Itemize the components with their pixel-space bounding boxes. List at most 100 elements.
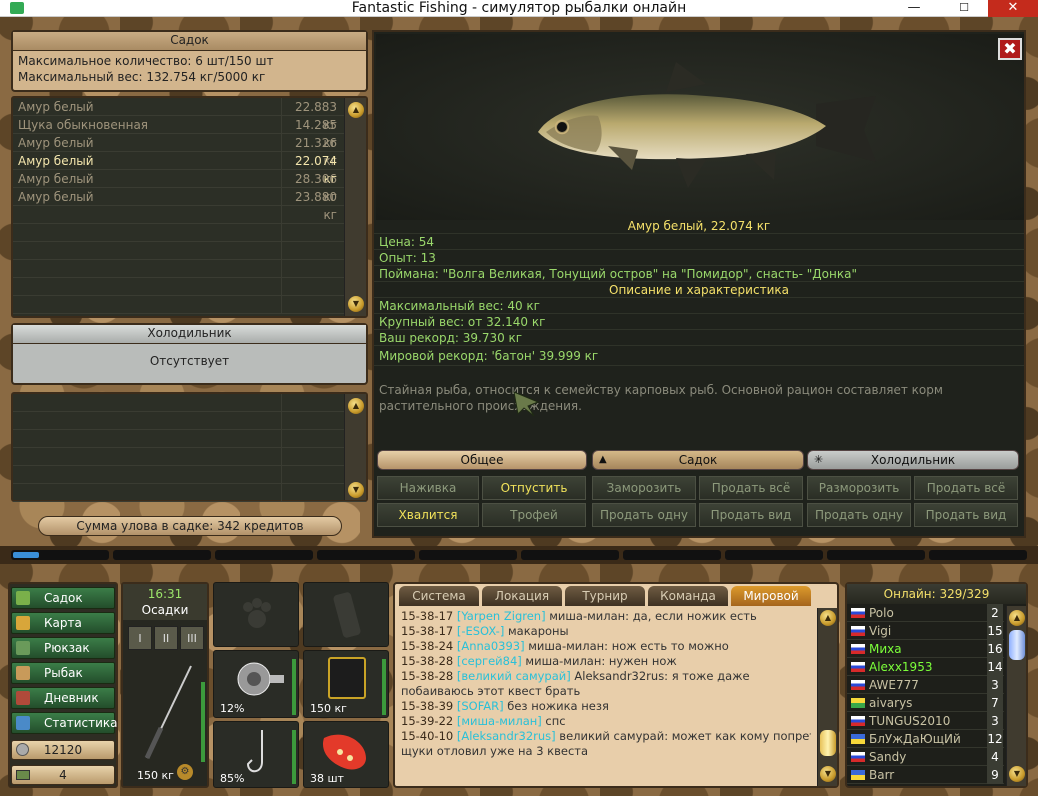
empty-row xyxy=(13,412,366,430)
menu-backpack-button[interactable]: Рюкзак xyxy=(11,637,115,659)
rod-slot-1[interactable]: I xyxy=(128,626,152,650)
tab-world[interactable]: Мировой xyxy=(731,586,811,606)
online-scrollbar[interactable]: ▲ ▼ xyxy=(1006,606,1026,786)
tab-tournament[interactable]: Турнир xyxy=(565,586,645,606)
tab-general[interactable]: Общее xyxy=(377,450,587,470)
sell-all-button[interactable]: Продать всё xyxy=(699,476,803,500)
online-user-name: Миха xyxy=(869,642,902,656)
chat-text: щуки отловил уже на 3 квеста xyxy=(401,744,589,758)
fridge-sell-one-button[interactable]: Продать одну xyxy=(807,503,911,527)
gear-icon[interactable]: ⚙ xyxy=(177,764,193,780)
tab-system[interactable]: Система xyxy=(399,586,479,606)
flag-icon xyxy=(851,716,865,726)
money-display: 12120 xyxy=(11,740,115,760)
hook-slot[interactable]: 85% xyxy=(213,721,299,788)
scroll-up-icon[interactable]: ▲ xyxy=(348,398,364,414)
sell-kind-button[interactable]: Продать вид xyxy=(699,503,803,527)
chat-nick[interactable]: [-ESOX-] xyxy=(457,624,504,638)
chat-nick[interactable]: [миша-милан] xyxy=(457,714,542,728)
chat-scrollbar[interactable]: ▲ ▼ xyxy=(817,608,837,786)
empty-row xyxy=(13,430,366,448)
line-slot[interactable]: 150 кг xyxy=(303,650,389,718)
menu-fisher-button[interactable]: Рыбак xyxy=(11,662,115,684)
chat-line: побаиваюсь этот квест брать xyxy=(401,684,811,699)
online-user-row[interactable]: Barr 9 xyxy=(847,766,1004,784)
release-button[interactable]: Отпустить xyxy=(482,476,586,500)
close-detail-button[interactable]: ✖ xyxy=(998,38,1022,60)
chat-time: 15-38-28 xyxy=(401,669,454,683)
fish-row[interactable]: Амур белый 22.883 кг xyxy=(13,98,366,132)
scroll-thumb[interactable] xyxy=(820,730,836,756)
snowflake-icon: ✳ xyxy=(814,453,824,466)
chat-nick[interactable]: [Anna0393] xyxy=(457,639,525,653)
hook-label: 85% xyxy=(220,772,245,785)
fish-row[interactable]: Амур белый 28.306 кг xyxy=(13,170,366,204)
close-window-button[interactable]: ✕ xyxy=(988,0,1038,17)
fish-row[interactable]: Амур белый 22.074 кг xyxy=(13,152,366,186)
scroll-down-icon[interactable]: ▼ xyxy=(1009,766,1025,782)
sell-one-button[interactable]: Продать одну xyxy=(592,503,696,527)
fridge-sell-kind-button[interactable]: Продать вид xyxy=(914,503,1018,527)
tomato-icon xyxy=(322,734,366,770)
tab-location[interactable]: Локация xyxy=(482,586,562,606)
minimize-button[interactable]: — xyxy=(890,0,938,17)
online-user-row[interactable]: БлУжДаЮщИй 12 xyxy=(847,730,1004,748)
online-user-row[interactable]: AWE777 3 xyxy=(847,676,1004,694)
tab-sadok[interactable]: ▲ Садок xyxy=(592,450,804,470)
freeze-button[interactable]: Заморозить xyxy=(592,476,696,500)
online-user-row[interactable]: Миха 16 xyxy=(847,640,1004,658)
chat-nick[interactable]: [великий самурай] xyxy=(457,669,571,683)
chat-panel: Система Локация Турнир Команда Мировой 15-38… xyxy=(393,582,839,788)
level-value: 4 xyxy=(59,768,67,782)
fish-row[interactable]: Амур белый 23.880 кг xyxy=(13,188,366,222)
rod-slot-3[interactable]: III xyxy=(180,626,204,650)
menu-sadok-button[interactable]: Садок xyxy=(11,587,115,609)
empty-row xyxy=(13,278,366,296)
flag-icon xyxy=(851,662,865,672)
chat-nick[interactable]: [сергей84] xyxy=(457,654,522,668)
chat-nick[interactable]: [SOFAR] xyxy=(457,699,504,713)
online-user-row[interactable]: aivarys 7 xyxy=(847,694,1004,712)
online-user-row[interactable]: TUNGUS2010 3 xyxy=(847,712,1004,730)
scroll-down-icon[interactable]: ▼ xyxy=(820,766,836,782)
boast-button[interactable]: Хвалится xyxy=(377,503,479,527)
bait-button[interactable]: Наживка xyxy=(377,476,479,500)
maximize-button[interactable]: ☐ xyxy=(940,0,988,17)
scroll-up-icon[interactable]: ▲ xyxy=(1009,610,1025,626)
slot-empty-1[interactable] xyxy=(213,582,299,647)
slot-empty-2[interactable] xyxy=(303,582,389,647)
rod-slot-2[interactable]: II xyxy=(154,626,178,650)
online-user-row[interactable]: Polo 2 xyxy=(847,604,1004,622)
scroll-up-icon[interactable]: ▲ xyxy=(348,102,364,118)
fish-list-scrollbar[interactable]: ▲ ▼ xyxy=(344,98,366,316)
level-display: 4 xyxy=(11,765,115,785)
scroll-thumb[interactable] xyxy=(1009,630,1025,660)
unfreeze-button[interactable]: Разморозить xyxy=(807,476,911,500)
empty-row xyxy=(13,260,366,278)
tab-fridge[interactable]: ✳ Холодильник xyxy=(807,450,1019,470)
menu-map-button[interactable]: Карта xyxy=(11,612,115,634)
bait-slot[interactable]: 38 шт xyxy=(303,721,389,788)
scroll-down-icon[interactable]: ▼ xyxy=(348,296,364,312)
online-user-row[interactable]: Sandy 4 xyxy=(847,748,1004,766)
fish-row[interactable]: Щука обыкновенная 14.285 кг xyxy=(13,116,366,150)
chat-text: Aleksandr32rus: я тоже даже xyxy=(570,669,750,683)
chat-nick[interactable]: [Aleksandr32rus] xyxy=(457,729,556,743)
reel-slot[interactable]: 12% xyxy=(213,650,299,718)
fish-row[interactable]: Амур белый 21.326 кг xyxy=(13,134,366,168)
menu-stats-button[interactable]: Статистика xyxy=(11,712,118,734)
tab-team[interactable]: Команда xyxy=(648,586,728,606)
fish-price: Цена: 54 xyxy=(374,234,1024,250)
menu-diary-button[interactable]: Дневник xyxy=(11,687,115,709)
chat-nick[interactable]: [Yarpen Zigren] xyxy=(457,609,546,623)
online-user-row[interactable]: Alexx1953 14 xyxy=(847,658,1004,676)
scroll-up-icon[interactable]: ▲ xyxy=(820,610,836,626)
trophy-button[interactable]: Трофей xyxy=(482,503,586,527)
chat-text: без ножика незя xyxy=(503,699,609,713)
online-user-row[interactable]: Vigi 15 xyxy=(847,622,1004,640)
sadok-fish-list: Амур белый 22.883 кг Щука обыкновенная 14.2… xyxy=(11,96,368,318)
fridge-sell-all-button[interactable]: Продать всё xyxy=(914,476,1018,500)
scroll-down-icon[interactable]: ▼ xyxy=(348,482,364,498)
online-title: Онлайн: 329/329 xyxy=(847,584,1026,604)
fridge-list-scrollbar[interactable]: ▲ ▼ xyxy=(344,394,366,500)
